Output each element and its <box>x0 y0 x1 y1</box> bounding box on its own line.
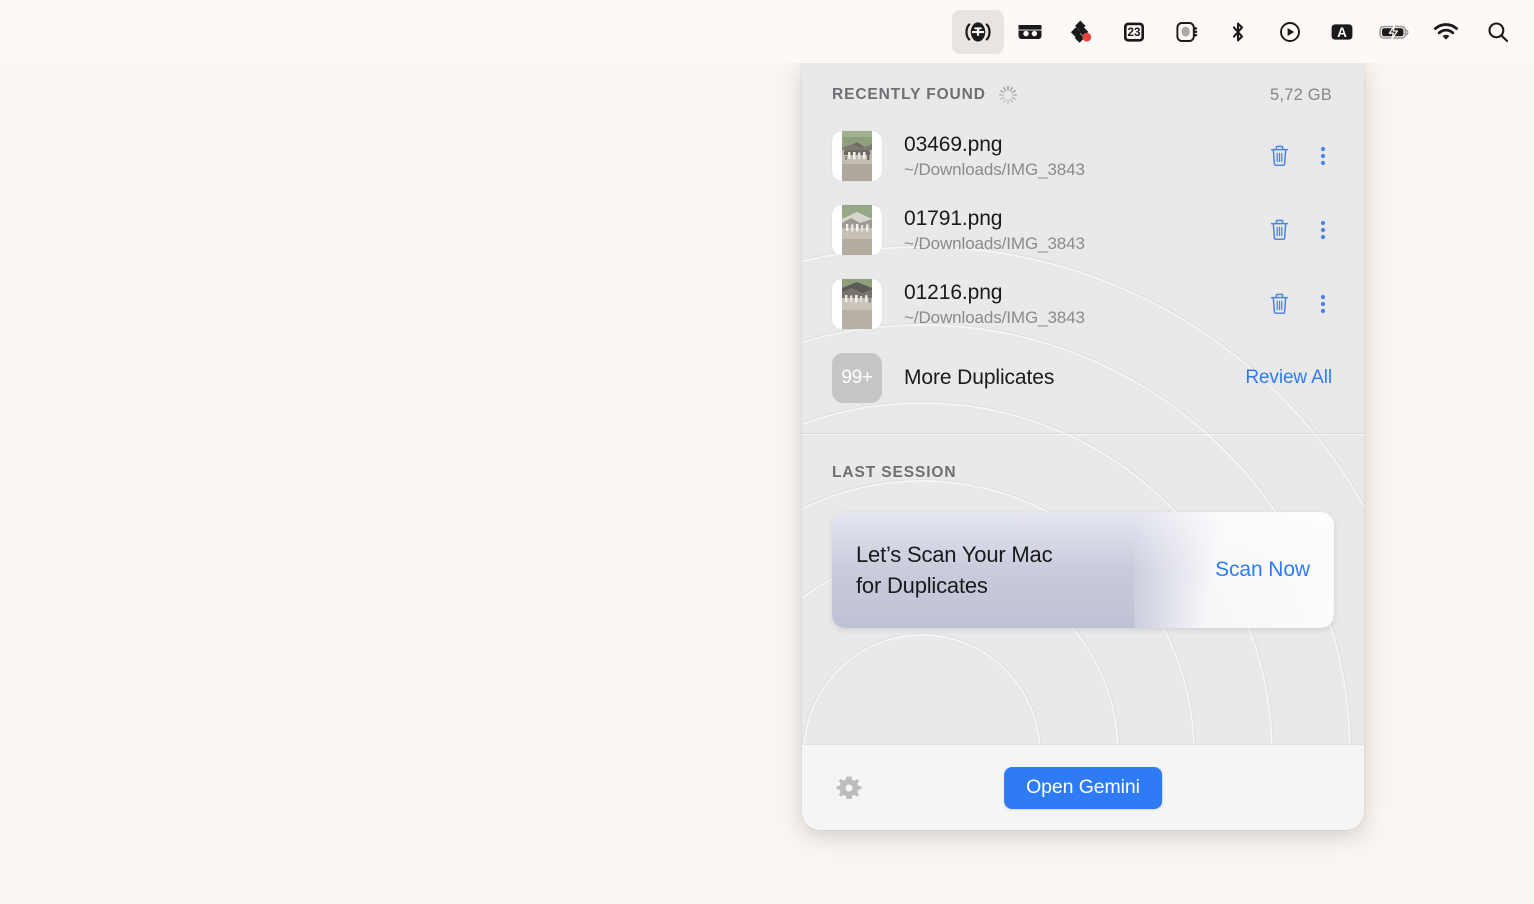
file-info: 03469.png ~/Downloads/IMG_3843 <box>904 132 1266 181</box>
spotlight-search-menubar-icon[interactable] <box>1472 10 1524 54</box>
file-info: 01791.png ~/Downloads/IMG_3843 <box>904 206 1266 255</box>
file-path: ~/Downloads/IMG_3843 <box>904 307 1085 327</box>
more-vertical-icon[interactable] <box>1310 215 1336 245</box>
desktop: 23 A RECENTLY FOUND 5,72 GB 03469.png ~/… <box>0 0 1534 904</box>
open-gemini-button[interactable]: Open Gemini <box>1004 766 1162 809</box>
bluetooth-menubar-icon[interactable] <box>1212 10 1264 54</box>
wifi-menubar-icon[interactable] <box>1420 10 1472 54</box>
menu-bar: 23 A <box>0 0 1534 63</box>
row-actions <box>1266 289 1336 319</box>
scan-promo-line2: for Duplicates <box>856 573 988 598</box>
recently-found-size: 5,72 GB <box>1270 85 1332 104</box>
more-duplicates-badge: 99+ <box>832 353 882 403</box>
last-session-title: LAST SESSION <box>832 464 957 481</box>
file-info: 01216.png ~/Downloads/IMG_3843 <box>904 280 1266 329</box>
file-name: 01791.png <box>904 206 1003 230</box>
photo-thumbnail <box>832 131 882 181</box>
file-name: 03469.png <box>904 132 1003 156</box>
gemini-menu-panel: RECENTLY FOUND 5,72 GB 03469.png ~/Downl… <box>802 63 1364 830</box>
row-actions <box>1266 215 1336 245</box>
more-vertical-icon[interactable] <box>1310 289 1336 319</box>
recently-found-header: RECENTLY FOUND 5,72 GB <box>802 63 1364 113</box>
scan-promo-text: Let’s Scan Your Mac for Duplicates <box>832 539 1053 601</box>
photo-thumbnail <box>832 279 882 329</box>
panel-toolbar: Open Gemini <box>802 744 1364 830</box>
battery-charging-menubar-icon[interactable] <box>1368 10 1420 54</box>
photo-thumbnail <box>832 205 882 255</box>
spinner-icon <box>998 85 1018 105</box>
gemini-menubar-icon[interactable] <box>952 9 1004 54</box>
play-menubar-icon[interactable] <box>1264 10 1316 54</box>
svg-text:A: A <box>1337 25 1347 40</box>
trash-icon[interactable] <box>1266 141 1292 171</box>
scan-promo-card[interactable]: Let’s Scan Your Mac for Duplicates Scan … <box>832 512 1334 628</box>
file-path: ~/Downloads/IMG_3843 <box>904 233 1085 253</box>
file-path: ~/Downloads/IMG_3843 <box>904 159 1085 179</box>
keyboard-input-menubar-icon[interactable]: A <box>1316 10 1368 54</box>
more-duplicates-label: More Duplicates <box>904 366 1055 389</box>
more-duplicates-row[interactable]: 99+ More Duplicates Review All <box>802 341 1364 415</box>
duplicate-file-list: 03469.png ~/Downloads/IMG_3843 01791.png… <box>802 113 1364 415</box>
last-session-section: LAST SESSION Let’s Scan Your Mac for Dup… <box>802 434 1364 628</box>
scan-now-button[interactable]: Scan Now <box>1215 558 1334 582</box>
recently-found-title: RECENTLY FOUND <box>832 86 986 103</box>
gear-icon[interactable] <box>832 771 866 805</box>
trash-icon[interactable] <box>1266 215 1292 245</box>
svg-text:23: 23 <box>1128 26 1141 39</box>
table-row[interactable]: 01216.png ~/Downloads/IMG_3843 <box>802 267 1364 341</box>
scan-promo-line1: Let’s Scan Your Mac <box>856 541 1053 567</box>
table-row[interactable]: 03469.png ~/Downloads/IMG_3843 <box>802 119 1364 193</box>
file-name: 01216.png <box>904 280 1003 304</box>
more-vertical-icon[interactable] <box>1310 141 1336 171</box>
panel-body: RECENTLY FOUND 5,72 GB 03469.png ~/Downl… <box>802 63 1364 744</box>
table-row[interactable]: 01791.png ~/Downloads/IMG_3843 <box>802 193 1364 267</box>
dropbox-menubar-icon[interactable] <box>1056 10 1108 54</box>
trash-icon[interactable] <box>1266 289 1292 319</box>
airpods-menubar-icon[interactable] <box>1160 10 1212 54</box>
calendar-menubar-icon[interactable]: 23 <box>1108 10 1160 54</box>
row-actions <box>1266 141 1336 171</box>
wallet-menubar-icon[interactable] <box>1004 10 1056 54</box>
review-all-button[interactable]: Review All <box>1245 367 1332 389</box>
